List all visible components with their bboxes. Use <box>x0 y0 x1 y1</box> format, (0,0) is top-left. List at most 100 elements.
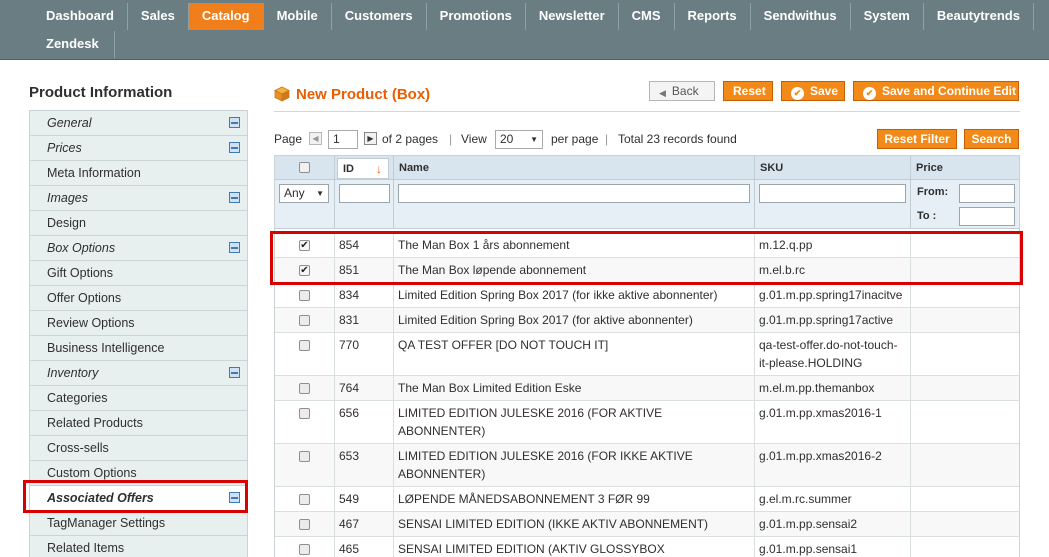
price-cell <box>911 283 1019 307</box>
nav-zendesk[interactable]: Zendesk <box>0 31 115 58</box>
next-page-icon[interactable]: ▶ <box>364 132 377 145</box>
nav-dashboard[interactable]: Dashboard <box>0 3 128 30</box>
view-label: View <box>461 132 487 146</box>
table-row[interactable]: 831 Limited Edition Spring Box 2017 (for … <box>275 308 1019 333</box>
row-checkbox[interactable] <box>299 494 310 505</box>
sidebar-item-box-options[interactable]: Box Options <box>29 236 248 261</box>
name-cell: LIMITED EDITION JULESKE 2016 (FOR AKTIVE… <box>394 401 755 443</box>
row-checkbox[interactable] <box>299 290 310 301</box>
id-filter-input[interactable] <box>339 184 390 203</box>
row-checkbox[interactable] <box>299 544 310 555</box>
nav-mobile[interactable]: Mobile <box>264 3 332 30</box>
sku-column-label: SKU <box>760 162 784 174</box>
row-checkbox[interactable] <box>299 383 310 394</box>
select-all-checkbox[interactable] <box>299 162 310 173</box>
nav-sendwithus[interactable]: Sendwithus <box>751 3 851 30</box>
page-title: New Product (Box) <box>296 86 431 103</box>
price-from-input[interactable] <box>959 184 1015 203</box>
reset-button[interactable]: Reset <box>723 81 773 101</box>
row-checkbox[interactable] <box>299 315 310 326</box>
nav-row: Zendesk <box>0 31 115 58</box>
nav-customers[interactable]: Customers <box>332 3 427 30</box>
prev-page-icon[interactable]: ◀ <box>309 132 322 145</box>
table-row[interactable]: 549 LØPENDE MÅNEDSABONNEMENT 3 FØR 99 g.el… <box>275 487 1019 512</box>
id-cell: 656 <box>335 401 394 443</box>
sidebar-item-business-intelligence[interactable]: Business Intelligence <box>29 336 248 361</box>
search-button[interactable]: Search <box>964 129 1019 149</box>
id-cell: 549 <box>335 487 394 511</box>
filter-cell <box>394 180 755 228</box>
table-row[interactable]: 465 SENSAI LIMITED EDITION (AKTIV GLOSSYB… <box>275 537 1019 557</box>
price-cell <box>911 512 1019 536</box>
reset-filter-button[interactable]: Reset Filter <box>877 129 957 149</box>
select-cell <box>275 333 335 375</box>
row-checkbox[interactable] <box>299 451 310 462</box>
row-checkbox[interactable] <box>299 519 310 530</box>
sidebar-item-review-options[interactable]: Review Options <box>29 311 248 336</box>
id-cell: 834 <box>335 283 394 307</box>
filter-cell: Any <box>275 180 335 228</box>
nav-promotions[interactable]: Promotions <box>427 3 526 30</box>
name-filter-input[interactable] <box>398 184 750 203</box>
table-row[interactable]: 467 SENSAI LIMITED EDITION (IKKE AKTIV AB… <box>275 512 1019 537</box>
search-button-label: Search <box>971 132 1012 146</box>
price-column-header[interactable]: Price <box>911 156 1019 179</box>
sku-filter-input[interactable] <box>759 184 906 203</box>
page-number-input[interactable]: 1 <box>328 130 358 149</box>
grid-filter-row: Any From: To : <box>275 180 1019 229</box>
sidebar-item-label: Images <box>47 191 88 205</box>
sidebar-item-design[interactable]: Design <box>29 211 248 236</box>
sidebar-item-inventory[interactable]: Inventory <box>29 361 248 386</box>
sidebar-item-tagmanager-settings[interactable]: TagManager Settings <box>29 511 248 536</box>
table-row[interactable]: 770 QA TEST OFFER [DO NOT TOUCH IT] qa-tes… <box>275 333 1019 376</box>
sku-cell: m.el.m.pp.themanbox <box>755 376 911 400</box>
table-row[interactable]: 656 LIMITED EDITION JULESKE 2016 (FOR AKT… <box>275 401 1019 444</box>
sidebar-item-general[interactable]: General <box>29 111 248 136</box>
nav-row: Dashboard Sales Catalog Mobile Customers Prom… <box>0 3 1034 30</box>
sidebar-item-meta-information[interactable]: Meta Information <box>29 161 248 186</box>
id-column-header[interactable]: ID ↓ <box>337 158 389 179</box>
sidebar-item-offer-options[interactable]: Offer Options <box>29 286 248 311</box>
back-button[interactable]: ◀ Back <box>649 81 715 101</box>
price-cell <box>911 401 1019 443</box>
save-button[interactable]: ✔ Save <box>781 81 845 101</box>
sidebar-item-categories[interactable]: Categories <box>29 386 248 411</box>
filter-cell <box>335 180 394 228</box>
nav-catalog[interactable]: Catalog <box>188 3 264 30</box>
row-checkbox[interactable] <box>299 408 310 419</box>
sidebar-item-prices[interactable]: Prices <box>29 136 248 161</box>
name-column-header[interactable]: Name <box>394 156 755 179</box>
sku-cell: g.01.m.pp.sensai1 <box>755 537 911 557</box>
sort-arrow-icon: ↓ <box>376 162 382 176</box>
sku-cell: qa-test-offer.do-not-touch-it-please.HOL… <box>755 333 911 375</box>
sku-column-header[interactable]: SKU <box>755 156 911 179</box>
nav-reports[interactable]: Reports <box>675 3 751 30</box>
per-page-select[interactable]: 20 <box>495 130 543 149</box>
sidebar-item-related-items[interactable]: Related Items <box>29 536 248 557</box>
sidebar-item-gift-options[interactable]: Gift Options <box>29 261 248 286</box>
pager-separator: | <box>449 132 453 146</box>
sidebar-item-label: Offer Options <box>47 291 122 305</box>
save-and-continue-button[interactable]: ✔ Save and Continue Edit <box>853 81 1019 101</box>
top-navigation: Dashboard Sales Catalog Mobile Customers Prom… <box>0 0 1049 60</box>
nav-cms[interactable]: CMS <box>619 3 675 30</box>
table-row[interactable]: 834 Limited Edition Spring Box 2017 (for … <box>275 283 1019 308</box>
select-cell <box>275 444 335 486</box>
table-row[interactable]: 653 LIMITED EDITION JULESKE 2016 (FOR IKK… <box>275 444 1019 487</box>
select-cell <box>275 308 335 332</box>
sidebar-item-images[interactable]: Images <box>29 186 248 211</box>
nav-newsletter[interactable]: Newsletter <box>526 3 619 30</box>
nav-beautytrends[interactable]: Beautytrends <box>924 3 1034 30</box>
sidebar-item-related-products[interactable]: Related Products <box>29 411 248 436</box>
price-cell <box>911 308 1019 332</box>
select-filter-dropdown[interactable]: Any <box>279 184 329 203</box>
row-checkbox[interactable] <box>299 340 310 351</box>
nav-system[interactable]: System <box>851 3 924 30</box>
id-cell: 653 <box>335 444 394 486</box>
table-row[interactable]: 764 The Man Box Limited Edition Eske m.el.… <box>275 376 1019 401</box>
price-cell <box>911 444 1019 486</box>
select-cell <box>275 487 335 511</box>
sidebar-item-cross-sells[interactable]: Cross-sells <box>29 436 248 461</box>
nav-sales[interactable]: Sales <box>128 3 189 30</box>
price-to-input[interactable] <box>959 207 1015 226</box>
